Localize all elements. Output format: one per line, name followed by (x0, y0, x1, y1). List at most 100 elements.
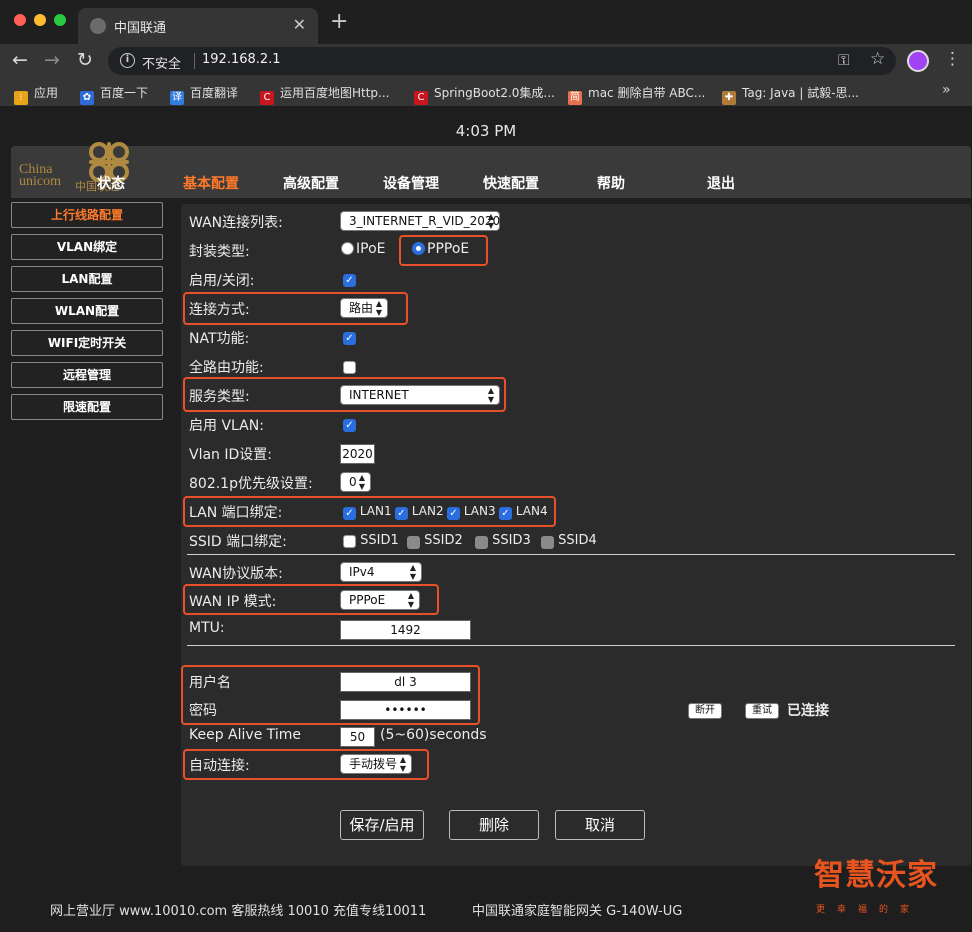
url-text[interactable]: 192.168.2.1 (202, 52, 281, 67)
highlight-encap (399, 235, 488, 266)
ipoe-label: IPoE (356, 241, 386, 257)
sidebar-item-rate-limit[interactable]: 限速配置 (11, 394, 163, 420)
footer-device-model: 中国联通家庭智能网关 G-140W-UG (472, 904, 683, 919)
sidebar-item-vlan-binding[interactable]: VLAN绑定 (11, 234, 163, 260)
wan-proto-value: IPv4 (349, 565, 375, 579)
nav-quick-config[interactable]: 快速配置 (483, 173, 539, 193)
highlight-wan-ip-mode (183, 584, 439, 615)
full-route-checkbox[interactable]: ✓ (343, 361, 356, 374)
bookmark-item[interactable]: C SpringBoot2.0集成... (414, 84, 555, 105)
ssid4-checkbox: ✓ (541, 536, 554, 549)
highlight-lan-bind (183, 496, 556, 527)
bookmark-label: mac 删除自带 ABC... (588, 86, 706, 100)
highlight-credentials (181, 665, 480, 725)
keepalive-input[interactable]: 50 (340, 727, 375, 747)
address-bar[interactable]: i 不安全 192.168.2.1 ⚿ ☆ (108, 47, 896, 75)
highlight-autoconnect (183, 749, 429, 780)
unicom-logo: China unicom (19, 163, 61, 189)
enable-checkbox[interactable]: ✓ (343, 274, 356, 287)
minimize-window-button[interactable] (34, 14, 46, 26)
sidebar-item-lan-config[interactable]: LAN配置 (11, 266, 163, 292)
security-label: 不安全 (142, 57, 182, 72)
more-menu-icon[interactable]: ⋮ (944, 49, 961, 69)
bookmark-item[interactable]: 简 mac 删除自带 ABC... (568, 84, 705, 105)
vlan-id-input[interactable]: 2020 (340, 444, 375, 464)
close-window-button[interactable] (14, 14, 26, 26)
priority-select[interactable]: 0 ▲ ▼ (340, 472, 371, 492)
ssid1-option[interactable]: ✓ SSID1 (343, 533, 399, 548)
bookmark-item[interactable]: 译百度翻译 (170, 84, 238, 105)
profile-avatar[interactable] (907, 50, 929, 72)
address-divider (194, 53, 195, 69)
wan-proto-select[interactable]: IPv4 ▲ ▼ (340, 562, 422, 582)
maximize-window-button[interactable] (54, 14, 66, 26)
nav-logout[interactable]: 退出 (707, 173, 735, 193)
bookmark-item[interactable]: ✚ Tag: Java | 試毅-思... (722, 84, 859, 105)
encap-type-label: 封装类型: (189, 244, 250, 260)
nav-help[interactable]: 帮助 (597, 173, 625, 193)
bookmark-item[interactable]: ✿ 百度一下 (80, 84, 148, 105)
ssid4-option: ✓ SSID4 (541, 533, 597, 549)
wan-list-value: 3_INTERNET_R_VID_2020 (349, 214, 501, 228)
tab-title: 中国联通 (114, 21, 167, 36)
browser-tab[interactable]: 中国联通 ✕ (78, 8, 318, 44)
bookmark-label: 应用 (34, 86, 59, 100)
nat-label: NAT功能: (189, 331, 250, 347)
router-page: 4:03 PM China unicom 中国联通 状态 基本配置 高级配置 设… (0, 106, 972, 932)
ipoe-radio[interactable] (341, 242, 354, 255)
highlight-conn-mode (183, 292, 408, 325)
bookmark-item[interactable]: ⁝ 应用 (14, 84, 58, 105)
select-arrows-icon: ▲ ▼ (358, 473, 365, 491)
full-route-label: 全路由功能: (189, 360, 264, 376)
brand-slogan: 更幸福的家 (816, 905, 922, 915)
forward-arrow-icon[interactable]: → (44, 49, 60, 71)
keepalive-label: Keep Alive Time (189, 727, 302, 743)
browser-tab-bar: 中国联通 ✕ + (0, 0, 972, 44)
sidebar-item-wifi-schedule[interactable]: WIFI定时开关 (11, 330, 163, 356)
close-tab-icon[interactable]: ✕ (293, 15, 306, 34)
ssid2-label: SSID2 (424, 533, 463, 548)
vlan-enable-checkbox[interactable]: ✓ (343, 419, 356, 432)
sidebar-item-wlan-config[interactable]: WLAN配置 (11, 298, 163, 324)
nav-device-management[interactable]: 设备管理 (383, 173, 439, 193)
sidebar-item-uplink-config[interactable]: 上行线路配置 (11, 202, 163, 228)
delete-button[interactable]: 删除 (449, 810, 539, 840)
smart-home-brand-logo: 智慧沃家 (814, 858, 938, 893)
sidebar-item-remote-management[interactable]: 远程管理 (11, 362, 163, 388)
more-bookmarks-icon[interactable]: » (942, 82, 951, 98)
reload-icon[interactable]: ↻ (77, 49, 93, 71)
ssid2-option: ✓ SSID2 (407, 533, 463, 549)
retry-button[interactable]: 重试 (745, 703, 779, 719)
disconnect-button[interactable]: 断开 (688, 703, 722, 719)
back-arrow-icon[interactable]: ← (12, 49, 28, 71)
encap-ipoe-option[interactable]: IPoE (341, 241, 385, 257)
section-divider (187, 645, 955, 646)
key-icon[interactable]: ⚿ (838, 51, 849, 69)
browser-toolbar: ← → ↻ i 不安全 192.168.2.1 ⚿ ☆ ⋮ (0, 44, 972, 78)
bookmark-label: 百度翻译 (190, 86, 239, 100)
cancel-button[interactable]: 取消 (555, 810, 645, 840)
nav-advanced-config[interactable]: 高级配置 (283, 173, 339, 193)
ssid2-checkbox: ✓ (407, 536, 420, 549)
nat-checkbox[interactable]: ✓ (343, 332, 356, 345)
section-divider (187, 554, 955, 555)
priority-value: 0 (349, 475, 357, 489)
header-bar: China unicom 中国联通 状态 基本配置 高级配置 设备管理 快速配置… (11, 142, 971, 198)
csdn-c-icon: C (414, 91, 428, 105)
info-icon[interactable]: i (120, 53, 135, 68)
clock: 4:03 PM (455, 122, 517, 140)
mtu-label: MTU: (189, 620, 225, 636)
save-apply-button[interactable]: 保存/启用 (340, 810, 424, 840)
nav-basic-config[interactable]: 基本配置 (183, 173, 239, 193)
csdn-c-icon: C (260, 91, 274, 105)
baidu-paw-icon: ✿ (80, 91, 94, 105)
status-link[interactable]: 状态 (97, 173, 125, 193)
apps-grid-icon: ⁝ (14, 91, 28, 105)
wan-list-select[interactable]: 3_INTERNET_R_VID_2020 ▲ ▼ (340, 211, 500, 231)
vlan-id-label: Vlan ID设置: (189, 447, 272, 463)
bookmark-item[interactable]: C 运用百度地图Http... (260, 84, 390, 105)
ssid1-checkbox[interactable]: ✓ (343, 535, 356, 548)
bookmark-star-icon[interactable]: ☆ (870, 49, 885, 69)
new-tab-button[interactable]: + (330, 11, 348, 33)
mtu-input[interactable]: 1492 (340, 620, 471, 640)
